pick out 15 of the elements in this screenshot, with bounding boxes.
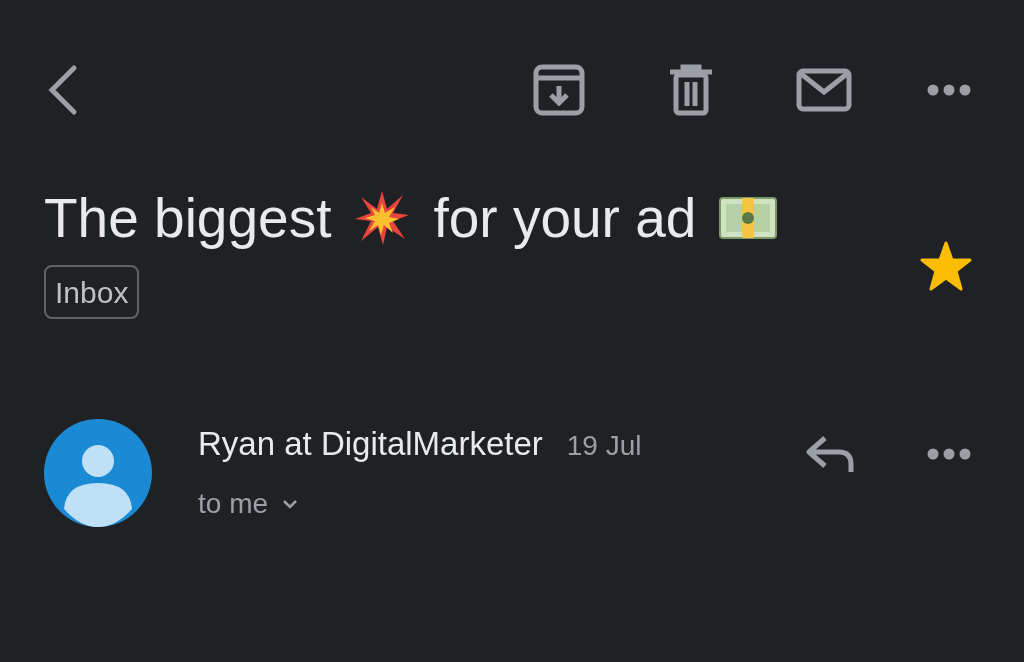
reply-icon [805,434,855,474]
more-icon [927,84,971,96]
chevron-down-icon [282,498,299,509]
avatar-icon [44,419,152,527]
star-icon [920,241,972,291]
banknote-icon [718,196,779,240]
trash-icon [668,64,714,116]
message-date: 19 Jul [566,429,642,463]
inbox-label: Inbox [44,265,140,319]
sender-name: Ryan at DigitalMarketer [198,424,543,464]
archive-button[interactable] [531,62,587,118]
more-icon [927,448,971,460]
recipients-toggle[interactable]: to me [198,482,299,525]
mail-icon [796,68,852,112]
archive-icon [533,64,585,116]
